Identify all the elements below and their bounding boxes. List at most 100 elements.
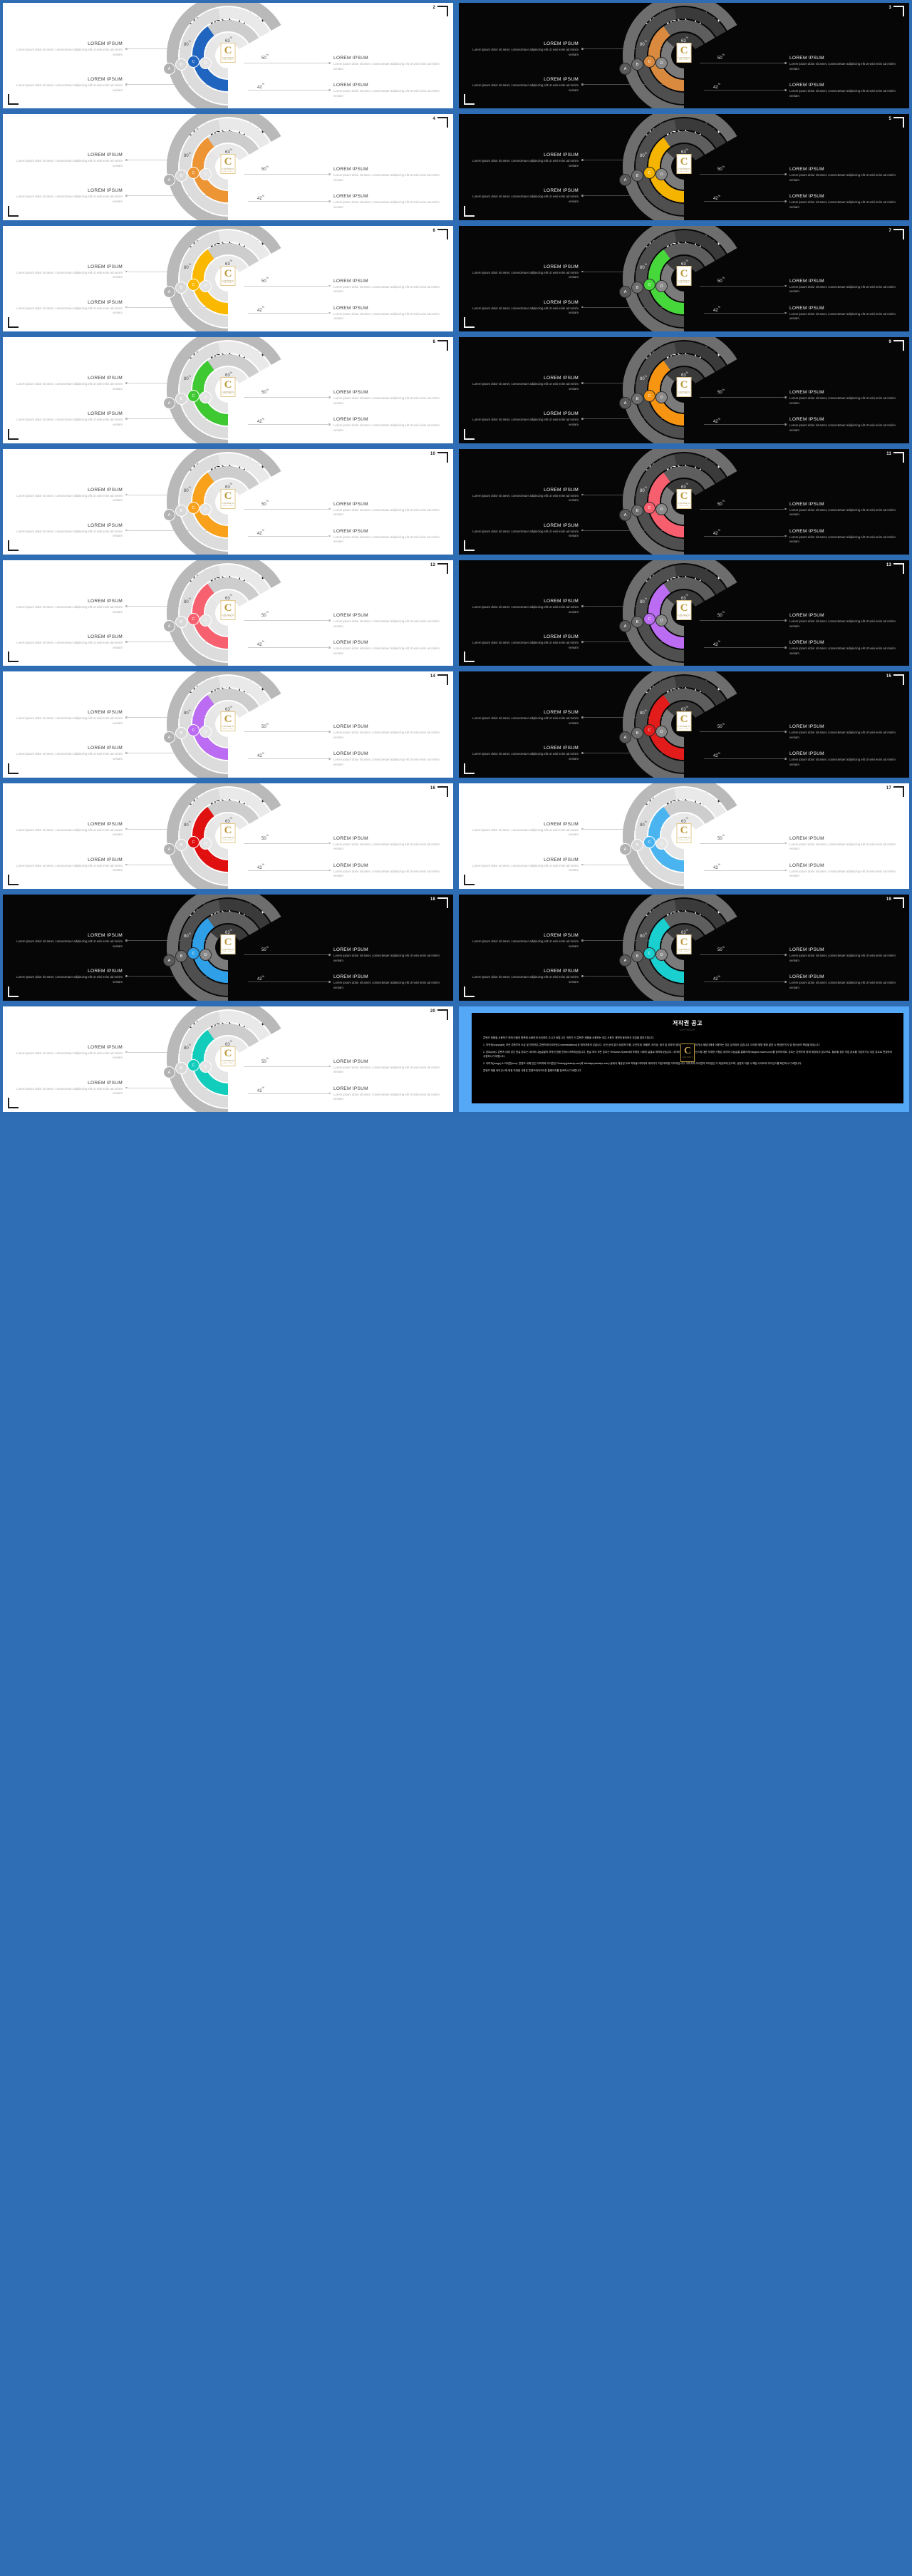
legend-pill-a[interactable]: A [163, 174, 175, 187]
slide-15[interactable]: 15 Insert Text In Here BUSINESS CHART LO… [459, 671, 909, 778]
slide-11[interactable]: 11 Insert Text In Here BUSINESS CHART LO… [459, 448, 909, 555]
slide-20[interactable]: 20 Insert Text In Here BUSINESS CHART LO… [3, 1006, 453, 1112]
slide-2[interactable]: 2 Insert Text In Here BUSINESS CHART LOR… [3, 3, 453, 109]
legend-pill-b[interactable]: B [631, 58, 643, 71]
legend-pill-a[interactable]: A [163, 1066, 175, 1078]
legend-pill-c[interactable]: C [643, 390, 656, 403]
legend-pill-a[interactable]: A [619, 285, 631, 298]
legend-pill-d[interactable]: D [200, 391, 212, 404]
legend-pill-c[interactable]: C [187, 612, 200, 625]
legend-pill-a[interactable]: A [619, 174, 631, 187]
slide-cell[interactable]: 18 Insert Text In Here BUSINESS CHART LO… [0, 892, 456, 1003]
legend-pill-b[interactable]: B [631, 281, 643, 294]
legend-pill-d[interactable]: D [200, 837, 212, 850]
legend-pill-a[interactable]: A [163, 285, 175, 298]
legend-pill-c[interactable]: C [643, 167, 656, 180]
legend-pill-d[interactable]: D [200, 168, 212, 181]
slide-cell[interactable]: 14 Insert Text In Here BUSINESS CHART LO… [0, 669, 456, 780]
legend-pill-d[interactable]: D [656, 168, 668, 181]
legend-pill-d[interactable]: D [656, 837, 668, 850]
legend-pill-a[interactable]: A [619, 843, 631, 855]
slide-17[interactable]: 17 Insert Text In Here BUSINESS CHART LO… [459, 783, 909, 890]
legend-pill-b[interactable]: B [175, 393, 187, 406]
legend-pill-d[interactable]: D [200, 279, 212, 292]
legend-pill-b[interactable]: B [631, 838, 643, 851]
legend-pill-a[interactable]: A [619, 731, 631, 744]
legend-pill-d[interactable]: D [656, 949, 668, 962]
legend-pill-d[interactable]: D [200, 949, 212, 962]
legend-pill-b[interactable]: B [175, 281, 187, 294]
legend-pill-b[interactable]: B [631, 727, 643, 740]
slide-19[interactable]: 19 Insert Text In Here BUSINESS CHART LO… [459, 895, 909, 1001]
legend-pill-b[interactable]: B [175, 504, 187, 517]
slide-9[interactable]: 9 Insert Text In Here BUSINESS CHART LOR… [459, 337, 909, 443]
legend-pill-c[interactable]: C [643, 612, 656, 625]
legend-pill-a[interactable]: A [619, 954, 631, 967]
legend-pill-d[interactable]: D [656, 726, 668, 738]
slide-cell[interactable]: 7 Insert Text In Here BUSINESS CHART LOR… [456, 223, 912, 334]
slide-cell[interactable]: 20 Insert Text In Here BUSINESS CHART LO… [0, 1004, 456, 1115]
legend-pill-b[interactable]: B [631, 170, 643, 182]
legend-pill-a[interactable]: A [163, 619, 175, 632]
legend-pill-b[interactable]: B [631, 393, 643, 406]
slide-18[interactable]: 18 Insert Text In Here BUSINESS CHART LO… [3, 895, 453, 1001]
slide-14[interactable]: 14 Insert Text In Here BUSINESS CHART LO… [3, 671, 453, 778]
legend-pill-c[interactable]: C [187, 167, 200, 180]
legend-pill-d[interactable]: D [656, 614, 668, 627]
legend-pill-c[interactable]: C [187, 835, 200, 848]
slide-cell[interactable]: 5 Insert Text In Here BUSINESS CHART LOR… [456, 111, 912, 222]
slide-cell[interactable]: 6 Insert Text In Here BUSINESS CHART LOR… [0, 223, 456, 334]
slide-cell[interactable]: 8 Insert Text In Here BUSINESS CHART LOR… [0, 334, 456, 445]
legend-pill-d[interactable]: D [200, 57, 212, 69]
legend-pill-a[interactable]: A [619, 397, 631, 410]
legend-pill-a[interactable]: A [619, 508, 631, 521]
legend-pill-a[interactable]: A [163, 63, 175, 75]
legend-pill-c[interactable]: C [187, 56, 200, 68]
slide-cell[interactable]: 17 Insert Text In Here BUSINESS CHART LO… [456, 780, 912, 892]
slide-cell[interactable]: 4 Insert Text In Here BUSINESS CHART LOR… [0, 111, 456, 222]
legend-pill-a[interactable]: A [163, 731, 175, 744]
slide-4[interactable]: 4 Insert Text In Here BUSINESS CHART LOR… [3, 114, 453, 220]
legend-pill-c[interactable]: C [643, 278, 656, 291]
legend-pill-c[interactable]: C [187, 1058, 200, 1071]
slide-8[interactable]: 8 Insert Text In Here BUSINESS CHART LOR… [3, 337, 453, 443]
legend-pill-a[interactable]: A [163, 843, 175, 855]
legend-pill-d[interactable]: D [656, 279, 668, 292]
slide-10[interactable]: 10 Insert Text In Here BUSINESS CHART LO… [3, 448, 453, 555]
legend-pill-b[interactable]: B [175, 1061, 187, 1074]
slide-cell[interactable]: 11 Insert Text In Here BUSINESS CHART LO… [456, 446, 912, 557]
slide-cell[interactable]: 15 Insert Text In Here BUSINESS CHART LO… [456, 669, 912, 780]
slide-12[interactable]: 12 Insert Text In Here BUSINESS CHART LO… [3, 560, 453, 666]
slide-cell[interactable]: 3 Insert Text In Here BUSINESS CHART LOR… [456, 0, 912, 111]
slide-cell[interactable]: 13 Insert Text In Here BUSINESS CHART LO… [456, 557, 912, 669]
legend-pill-a[interactable]: A [619, 619, 631, 632]
legend-pill-c[interactable]: C [187, 947, 200, 960]
slide-cell[interactable]: 19 Insert Text In Here BUSINESS CHART LO… [456, 892, 912, 1003]
legend-pill-d[interactable]: D [200, 1060, 212, 1073]
legend-pill-c[interactable]: C [643, 724, 656, 737]
legend-pill-c[interactable]: C [187, 724, 200, 737]
legend-pill-b[interactable]: B [175, 615, 187, 628]
legend-pill-b[interactable]: B [175, 838, 187, 851]
legend-pill-d[interactable]: D [200, 726, 212, 738]
slide-13[interactable]: 13 Insert Text In Here BUSINESS CHART LO… [459, 560, 909, 666]
slide-6[interactable]: 6 Insert Text In Here BUSINESS CHART LOR… [3, 225, 453, 332]
slide-cell[interactable]: 10 Insert Text In Here BUSINESS CHART LO… [0, 446, 456, 557]
slide-3[interactable]: 3 Insert Text In Here BUSINESS CHART LOR… [459, 3, 909, 109]
slide-cell[interactable]: 12 Insert Text In Here BUSINESS CHART LO… [0, 557, 456, 669]
legend-pill-c[interactable]: C [187, 501, 200, 514]
legend-pill-b[interactable]: B [631, 950, 643, 963]
legend-pill-a[interactable]: A [619, 63, 631, 75]
legend-pill-d[interactable]: D [200, 614, 212, 627]
legend-pill-b[interactable]: B [175, 950, 187, 963]
copyright-slide[interactable]: 저작권 공고 COPYRIGHT 콘텐츠 제품을 사용하기 전에 다음의 항목에 소… [459, 1006, 909, 1112]
legend-pill-c[interactable]: C [187, 390, 200, 403]
slide-7[interactable]: 7 Insert Text In Here BUSINESS CHART LOR… [459, 225, 909, 332]
legend-pill-b[interactable]: B [175, 170, 187, 182]
legend-pill-b[interactable]: B [175, 58, 187, 71]
legend-pill-d[interactable]: D [656, 503, 668, 515]
slide-cell[interactable]: 2 Insert Text In Here BUSINESS CHART LOR… [0, 0, 456, 111]
legend-pill-d[interactable]: D [200, 503, 212, 515]
slide-16[interactable]: 16 Insert Text In Here BUSINESS CHART LO… [3, 783, 453, 890]
slide-cell-copyright[interactable]: 저작권 공고 COPYRIGHT 콘텐츠 제품을 사용하기 전에 다음의 항목에 소… [456, 1004, 912, 1115]
